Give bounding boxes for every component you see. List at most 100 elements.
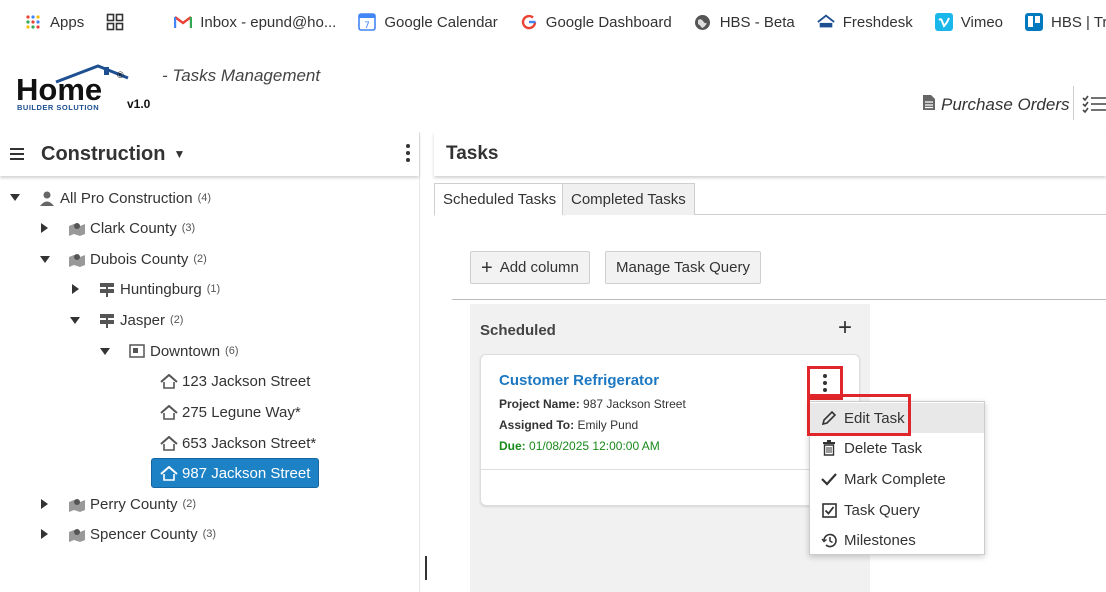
panel-kebab-menu-icon[interactable] — [406, 144, 410, 162]
construction-panel-header: Construction ▼ — [0, 132, 419, 176]
bookmark-apps[interactable]: Apps — [24, 13, 84, 31]
bookmark-label: Google Dashboard — [545, 13, 672, 31]
bookmark-label: Inbox - epund@ho... — [200, 13, 337, 31]
tree-item-spencer-county[interactable]: Spencer County (3) — [68, 521, 216, 547]
tree-item-perry-county[interactable]: Perry County (2) — [68, 491, 196, 517]
tab-scheduled-tasks[interactable]: Scheduled Tasks — [434, 183, 566, 216]
task-context-menu: Edit Task Delete Task Mark Complete Task… — [809, 401, 985, 555]
signpost-icon — [98, 312, 116, 328]
chevron-down-icon[interactable]: ▼ — [173, 147, 185, 161]
tree-expand-toggle[interactable] — [41, 223, 48, 233]
tab-grid-icon — [106, 13, 124, 31]
task-due: Due: 01/08/2025 12:00:00 AM — [499, 439, 660, 453]
tree-item-downtown[interactable]: Downtown (6) — [128, 338, 239, 364]
menu-mark-complete[interactable]: Mark Complete — [810, 464, 984, 494]
bookmark-google-dashboard[interactable]: Google Dashboard — [520, 13, 672, 31]
tree-collapse-toggle[interactable] — [100, 348, 110, 355]
tab-completed-tasks[interactable]: Completed Tasks — [562, 183, 695, 215]
checklist-icon[interactable] — [1082, 95, 1106, 118]
menu-task-query[interactable]: Task Query — [810, 495, 984, 525]
map-pin-icon — [68, 526, 86, 542]
hamburger-menu-icon[interactable] — [10, 148, 24, 160]
bookmark-vimeo[interactable]: Vimeo — [934, 13, 1004, 31]
tree-item-275-legune-way[interactable]: 275 Legune Way* — [160, 399, 301, 425]
panel-title[interactable]: Construction — [41, 143, 165, 166]
svg-text:7: 7 — [364, 21, 370, 31]
globe-icon — [694, 13, 712, 31]
tree-item-123-jackson-street[interactable]: 123 Jackson Street — [160, 368, 310, 394]
purchase-orders-link[interactable]: Purchase Orders — [922, 94, 1070, 116]
signpost-icon — [98, 281, 116, 297]
svg-text:®: ® — [117, 70, 124, 80]
house-icon — [160, 373, 178, 389]
tree-item-clark-county[interactable]: Clark County (3) — [68, 215, 195, 241]
tree-item-653-jackson-street[interactable]: 653 Jackson Street* — [160, 430, 316, 456]
task-assigned: Assigned To: Emily Pund — [499, 418, 639, 432]
house-icon — [160, 465, 178, 481]
pencil-icon — [820, 409, 838, 427]
bookmark-hbs-beta[interactable]: HBS - Beta — [694, 13, 795, 31]
bookmark-freshdesk[interactable]: Freshdesk — [817, 13, 913, 31]
tree-collapse-toggle[interactable] — [10, 194, 20, 201]
task-project: Project Name: 987 Jackson Street — [499, 397, 686, 411]
card-divider — [481, 469, 859, 470]
task-card[interactable]: Customer Refrigerator Project Name: 987 … — [480, 354, 860, 506]
menu-milestones[interactable]: Milestones — [810, 525, 984, 555]
document-icon — [922, 94, 936, 116]
logo-sub: BUILDER SOLUTION — [17, 103, 99, 112]
trash-icon — [820, 439, 838, 457]
tree-expand-toggle[interactable] — [41, 499, 48, 509]
google-icon — [520, 13, 538, 31]
column-title: Scheduled — [480, 322, 556, 339]
map-pin-icon — [68, 496, 86, 512]
task-kebab-button[interactable] — [807, 366, 843, 400]
panel-resize-handle[interactable] — [425, 556, 427, 580]
tree-collapse-toggle[interactable] — [40, 256, 50, 263]
history-clock-icon — [820, 531, 838, 549]
tree-expand-toggle[interactable] — [41, 529, 48, 539]
manage-task-query-button[interactable]: Manage Task Query — [605, 251, 761, 284]
home-logo-icon — [817, 13, 835, 31]
bookmark-google-calendar[interactable]: 7 Google Calendar — [358, 13, 498, 31]
bookmark-inbox[interactable]: Inbox - epund@ho... — [174, 13, 336, 31]
logo-version: v1.0 — [127, 97, 151, 111]
tree-item-huntingburg[interactable]: Huntingburg (1) — [98, 276, 220, 302]
checkmark-icon — [820, 470, 838, 488]
bookmark-tab-grid[interactable] — [106, 13, 132, 31]
google-calendar-icon: 7 — [358, 13, 377, 31]
menu-edit-task[interactable]: Edit Task — [810, 403, 984, 433]
bookmarks-bar: Apps Inbox - epund@ho... 7 Google Calend… — [0, 0, 1106, 44]
bookmark-label: Vimeo — [960, 13, 1004, 31]
add-task-icon[interactable]: + — [838, 316, 852, 340]
trello-icon — [1025, 13, 1044, 31]
tree-expand-toggle[interactable] — [72, 284, 79, 294]
tasks-panel-header: Tasks — [434, 132, 1106, 176]
header-divider — [1073, 86, 1074, 120]
plus-icon: + — [481, 256, 493, 279]
map-pin-icon — [68, 251, 86, 267]
person-icon — [38, 190, 56, 206]
bookmark-label: Apps — [50, 13, 85, 31]
tree-collapse-toggle[interactable] — [70, 317, 80, 324]
vimeo-icon — [934, 13, 953, 31]
bookmark-label: Google Calendar — [384, 13, 498, 31]
subdivision-icon — [128, 343, 146, 359]
tree-item-all-pro-construction[interactable]: All Pro Construction (4) — [38, 185, 211, 211]
apps-grid-icon — [24, 13, 42, 31]
menu-delete-task[interactable]: Delete Task — [810, 433, 984, 463]
tree-item-987-jackson-street[interactable]: 987 Jackson Street — [151, 458, 320, 488]
bookmark-label: Freshdesk — [842, 13, 913, 31]
tree-item-jasper[interactable]: Jasper (2) — [98, 307, 183, 333]
logo-text: Home — [16, 72, 102, 107]
tree-item-dubois-county[interactable]: Dubois County (2) — [68, 246, 207, 272]
home-builder-logo[interactable]: Home ® BUILDER SOLUTION v1.0 — [16, 64, 156, 114]
house-icon — [160, 435, 178, 451]
board-divider — [452, 299, 1106, 300]
bookmark-trello[interactable]: HBS | Trello — [1025, 13, 1106, 31]
tasks-title: Tasks — [446, 143, 499, 164]
add-column-button[interactable]: + Add column — [470, 251, 590, 284]
task-title[interactable]: Customer Refrigerator — [499, 372, 659, 389]
kebab-icon — [823, 374, 827, 392]
checkbox-icon — [820, 501, 838, 519]
purchase-orders-label: Purchase Orders — [941, 95, 1070, 114]
